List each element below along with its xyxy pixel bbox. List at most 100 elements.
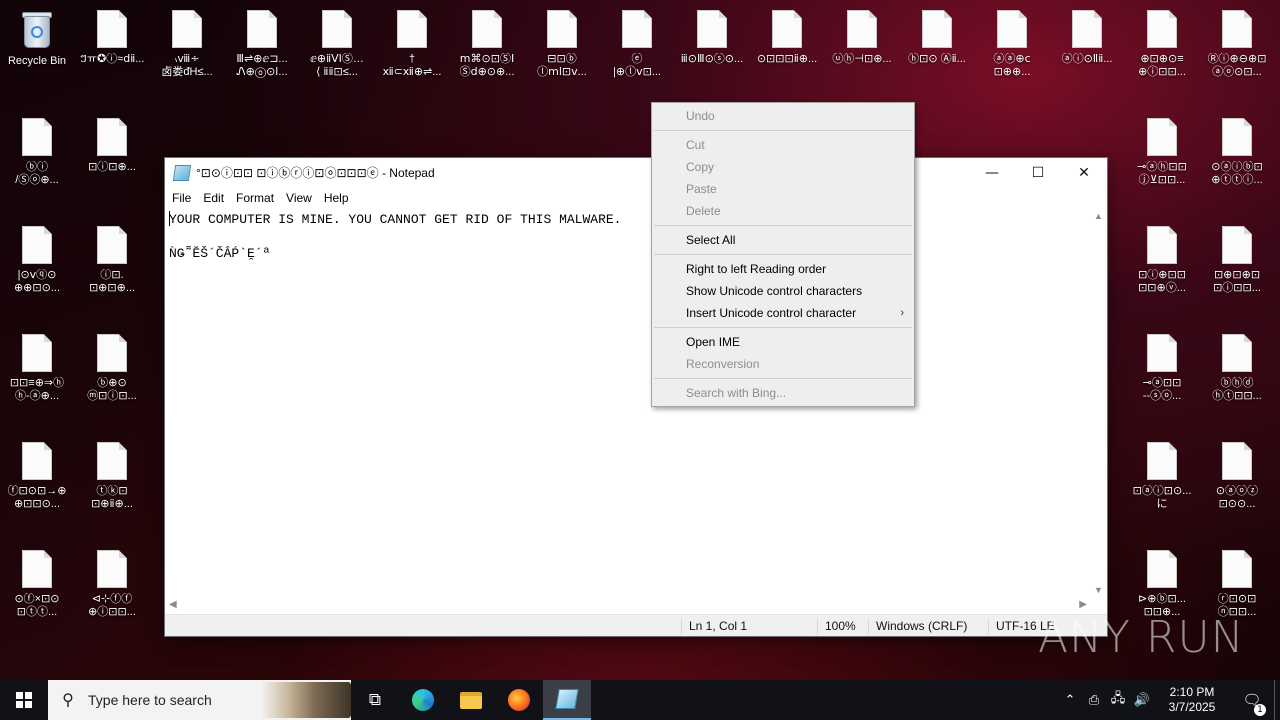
desktop-file-icon[interactable]: ⓐⓘ⊙Ⅱⅱ... (1050, 10, 1124, 79)
close-button[interactable]: ✕ (1061, 158, 1107, 187)
desktop-icon-label: ⊕⊡⊕⊙≡ ⊕ⓘ⊡⊡... (1138, 53, 1186, 78)
desktop-icon-label: ⊙ⓐⓞⓩ ⊡⊙⊙... (1215, 485, 1259, 510)
file-icon (1147, 550, 1177, 588)
desktop-file-icon[interactable]: ⊡ⓘ⊕⊡⊡ ⊡⊡⊕ⓥ... (1125, 226, 1199, 295)
desktop-file-icon[interactable]: ⅲ⊙Ⅲ⊙ⓢ⊙... (675, 10, 749, 79)
file-icon (1147, 10, 1177, 48)
desktop-file-icon[interactable]: ⊸ⓐ⊡⊡ --ⓢⓞ... (1125, 334, 1199, 403)
menu-item-reconversion[interactable]: Reconversion (652, 353, 914, 375)
status-bar: Ln 1, Col 1 100% Windows (CRLF) UTF-16 L… (165, 614, 1107, 636)
notification-icon[interactable]: 🗨 1 (1230, 691, 1274, 716)
edge-icon[interactable] (399, 680, 447, 720)
desktop-file-icon[interactable]: ⊡⊡≡⊕⇒ⓗ ⓗ-ⓐ⊕... (0, 334, 74, 403)
menu-item-cut[interactable]: Cut (652, 134, 914, 156)
desktop-file-icon[interactable]: Ⅲ⇌⊕ⅇ⊐... Ꮑ⊕ⓞ⊙ⅼ... (225, 10, 299, 79)
volume-icon[interactable]: 🔊 (1130, 693, 1154, 708)
menu-item-search-with-bing[interactable]: Search with Bing... (652, 382, 914, 404)
menu-item-undo[interactable]: Undo (652, 105, 914, 127)
task-view-icon[interactable]: ⧉ (351, 680, 399, 720)
menu-bar: File Edit Format View Help (165, 187, 1107, 209)
desktop-file-icon[interactable]: ⊙ⓐⓞⓩ ⊡⊙⊙... (1200, 442, 1274, 511)
desktop-file-icon[interactable]: ⅇ⊕ⅱⅤⅠⓈ… ⟨ ⅱⅱ⊡≤... (300, 10, 374, 79)
show-desktop-button[interactable] (1274, 680, 1280, 720)
menu-file[interactable]: File (166, 191, 197, 205)
vertical-scrollbar[interactable]: ▲ ▼ (1091, 209, 1107, 597)
clock[interactable]: 2:10 PM 3/7/2025 (1154, 685, 1230, 715)
title-bar[interactable]: °⊡⊙ⓘ⊡⊡ ⊡ⓘⓑⓡⓘ⊡ⓞ⊡⊡⊡ⓔ - Notepad — ☐ ✕ (165, 158, 1107, 187)
menu-item-delete[interactable]: Delete (652, 200, 914, 222)
desktop-file-icon[interactable]: ⊡ⓐⓘ⊡⊙... に (1125, 442, 1199, 511)
desktop-file-icon[interactable]: ⓑⓘ /Ⓢⓞ⊕... (0, 118, 74, 187)
desktop-file-icon[interactable]: ⓤⓗ⊣⊡⊕... (825, 10, 899, 79)
file-icon (547, 10, 577, 48)
menu-item-open-ime[interactable]: Open IME (652, 331, 914, 353)
desktop-file-icon[interactable]: ⅿ⌘⊙⊡ⓈⅠ Ⓢⅾ⊕⊙⊕... (450, 10, 524, 79)
desktop-file-icon[interactable]: ⊡⊕⊡⊕⊡ ⊡ⓘ⊡⊡... (1200, 226, 1274, 295)
desktop-file-icon[interactable]: ៶ⅷ∻ 卤娄ᵭH≤... (150, 10, 224, 79)
desktop-file-icon[interactable]: Ⓡⓘ⊕⊖⊕⊡ ⓐⓞ⊙⊡... (1200, 10, 1274, 79)
desktop-file-icon[interactable]: ⊡ⓘ⊡⊕... (75, 118, 149, 187)
file-icon (97, 10, 127, 48)
menu-item-insert-unicode-control-character[interactable]: Insert Unicode control character › (652, 302, 914, 324)
file-icon (1072, 10, 1102, 48)
file-icon (22, 334, 52, 372)
menu-help[interactable]: Help (318, 191, 355, 205)
desktop-file-icon[interactable]: ⓡ⊡⊙⊡ ⓝ⊡⊡... (1200, 550, 1274, 619)
scroll-up-icon[interactable]: ▲ (1094, 211, 1103, 221)
file-icon (22, 550, 52, 588)
device-icon[interactable]: ⎙ (1082, 693, 1106, 708)
file-icon (697, 10, 727, 48)
minimize-button[interactable]: — (969, 158, 1015, 187)
menu-edit[interactable]: Edit (197, 191, 230, 205)
chevron-up-icon[interactable]: ⌃ (1058, 693, 1082, 708)
desktop-file-icon[interactable]: ⓕ⊡⊙⊡→⊕ ⊕⊡⊡⊙... (0, 442, 74, 511)
desktop-file-icon[interactable]: ⓗ⊡⊙ Ⓐⅱ... (900, 10, 974, 79)
taskbar-search[interactable]: ⚲ Type here to search (48, 680, 351, 720)
maximize-button[interactable]: ☐ (1015, 158, 1061, 187)
menu-item-right-to-left-reading-order[interactable]: Right to left Reading order (652, 258, 914, 280)
desktop-file-icon[interactable]: ⓔ |⊕ⓛⅴ⊡... (600, 10, 674, 79)
text-editor[interactable]: YOUR COMPUTER IS MINE. YOU CANNOT GET RI… (165, 209, 1091, 597)
desktop-icon-label: ⓕ⊡⊙⊡→⊕ ⊕⊡⊡⊙... (7, 485, 67, 510)
network-icon[interactable]: 🖧 (1106, 689, 1130, 711)
horizontal-scrollbar[interactable]: ◀ ▶ (165, 597, 1091, 614)
file-icon (97, 550, 127, 588)
desktop-file-icon[interactable]: ⊲⊹ⓕⓕ ⊕ⓘ⊡⊡... (75, 550, 149, 619)
desktop-file-icon[interactable]: ⊙⊡⊡⊡ⅱ⊕... (750, 10, 824, 79)
file-icon (1147, 334, 1177, 372)
firefox-icon[interactable] (495, 680, 543, 720)
desktop-file-icon[interactable]: ⓑⓗⓓ ⓗⓣ⊡⊡... (1200, 334, 1274, 403)
desktop-file-icon[interactable]: ⓣⓚ⊡ ⊡⊕ⅱ⊕... (75, 442, 149, 511)
desktop-file-icon[interactable]: ⓐⓐ⊕ⅽ ⊡⊕⊕... (975, 10, 1049, 79)
file-icon (1222, 442, 1252, 480)
scroll-right-icon[interactable]: ▶ (1079, 599, 1087, 610)
scroll-left-icon[interactable]: ◀ (169, 599, 177, 610)
scroll-down-icon[interactable]: ▼ (1094, 585, 1103, 595)
file-icon (997, 10, 1027, 48)
desktop-file-icon[interactable]: ⓑ⊕⊙ ⓜ⊡ⓘ⊡... (75, 334, 149, 403)
menu-format[interactable]: Format (230, 191, 280, 205)
desktop-file-icon[interactable]: ⊕⊡⊕⊙≡ ⊕ⓘ⊡⊡... (1125, 10, 1199, 79)
start-button[interactable] (0, 680, 48, 720)
notepad-taskbar-icon[interactable] (543, 680, 591, 720)
file-explorer-icon[interactable] (447, 680, 495, 720)
menu-view[interactable]: View (280, 191, 318, 205)
desktop-file-icon[interactable]: † ⅻ⊂ⅻ⊕⇌... (375, 10, 449, 79)
desktop-file-icon[interactable]: ⓘ⊡. ⊡⊕⊡⊕... (75, 226, 149, 295)
desktop-file-icon[interactable]: ៗㅠ✪ⓘ≈ⅾⅱ... (75, 10, 149, 79)
desktop-file-icon[interactable]: ⊟⊡ⓑ ⓛⅿⅼ⊡ⅴ... (525, 10, 599, 79)
menu-item-show-unicode-control-characters[interactable]: Show Unicode control characters (652, 280, 914, 302)
desktop-file-icon[interactable]: |⊙ⅴⓠ⊙ ⊕⊕⊡⊙... (0, 226, 74, 295)
desktop-file-icon[interactable]: ⊙ⓕ×⊡⊙ ⊡ⓣⓣ... (0, 550, 74, 619)
content-line-2: ǸǤ˜̃ĔŠ´ČÂṔ`Ḙ´ª (169, 246, 271, 261)
recycle-bin-icon[interactable]: Recycle Bin (0, 10, 74, 81)
desktop-file-icon[interactable]: ⊳⊕ⓑ⊡... ⊡⊡⊕... (1125, 550, 1199, 619)
menu-item-select-all[interactable]: Select All (652, 229, 914, 251)
desktop-icon-label: ⓑⓗⓓ ⓗⓣ⊡⊡... (1212, 377, 1262, 402)
desktop-file-icon[interactable]: ⊸ⓐⓗ⊡⊡ ⓙ⊻⊡⊡... (1125, 118, 1199, 187)
menu-item-paste[interactable]: Paste (652, 178, 914, 200)
file-icon (1222, 334, 1252, 372)
menu-item-copy[interactable]: Copy (652, 156, 914, 178)
desktop-file-icon[interactable]: ⊙ⓐⓘⓑ⊡ ⊕ⓣⓣⓘ... (1200, 118, 1274, 187)
clock-time: 2:10 PM (1169, 685, 1215, 699)
